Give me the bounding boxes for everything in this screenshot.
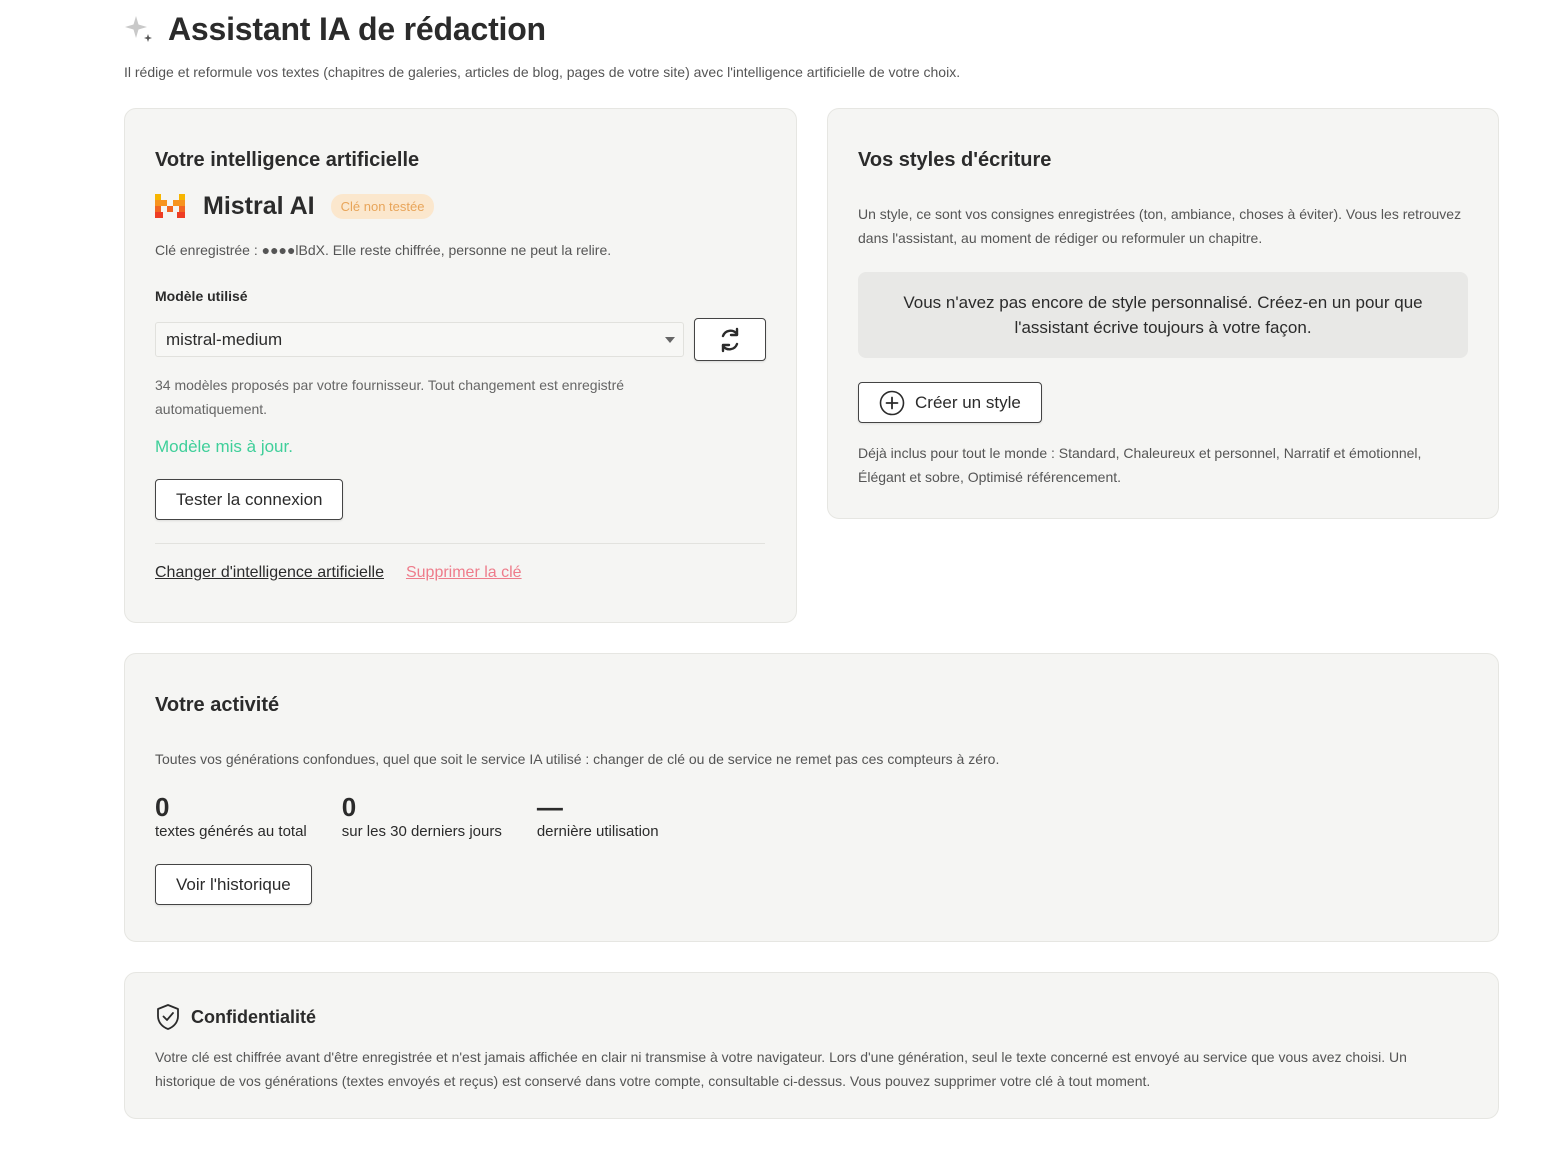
stat-last-use: — dernière utilisation bbox=[537, 791, 659, 840]
privacy-title: Confidentialité bbox=[191, 1006, 316, 1027]
privacy-card: Confidentialité Votre clé est chiffrée a… bbox=[124, 972, 1499, 1119]
stat-total: 0 textes générés au total bbox=[155, 791, 307, 840]
success-message: Modèle mis à jour. bbox=[155, 437, 293, 456]
stat-value: 0 bbox=[341, 792, 357, 822]
model-select-value: mistral-medium bbox=[166, 329, 283, 349]
refresh-icon bbox=[721, 327, 739, 352]
empty-styles-message: Vous n'avez pas encore de style personna… bbox=[858, 272, 1468, 358]
page-subtitle: Il rédige et reformule vos textes (chapi… bbox=[124, 64, 961, 80]
test-connection-button[interactable]: Tester la connexion bbox=[155, 479, 344, 520]
links-row: Changer d'intelligence artificielle Supp… bbox=[155, 564, 766, 582]
activity-card: Votre activité Toutes vos générations co… bbox=[124, 653, 1499, 942]
stat-label: dernière utilisation bbox=[536, 823, 659, 840]
stat-label: textes générés au total bbox=[155, 823, 307, 840]
styles-card-title: Vos styles d'écriture bbox=[858, 149, 1052, 171]
provider-row: Mistral AI Clé non testée bbox=[155, 190, 766, 222]
activity-description: Toutes vos générations confondues, quel … bbox=[155, 751, 1000, 767]
stat-last-30-days: 0 sur les 30 derniers jours bbox=[342, 791, 502, 840]
create-style-button[interactable]: Créer un style bbox=[858, 382, 1042, 423]
stat-value: 0 bbox=[155, 792, 170, 822]
model-select[interactable]: mistral-medium bbox=[155, 322, 684, 357]
divider bbox=[155, 543, 765, 544]
mistral-logo bbox=[155, 194, 185, 218]
styles-description: Un style, ce sont vos consignes enregist… bbox=[858, 206, 1462, 246]
privacy-title-row: Confidentialité bbox=[155, 1003, 1468, 1031]
page-header: Assistant IA de rédaction Il rédige et r… bbox=[124, 8, 1504, 81]
key-status-badge: Clé non testée bbox=[330, 193, 435, 219]
provider-name: Mistral AI bbox=[203, 191, 315, 220]
shield-check-icon bbox=[157, 1004, 179, 1030]
writing-styles-card: Vos styles d'écriture Un style, ce sont … bbox=[827, 108, 1499, 519]
view-history-button[interactable]: Voir l'historique bbox=[155, 864, 312, 905]
included-styles: Déjà inclus pour tout le monde : Standar… bbox=[858, 445, 1422, 485]
sparkle-icon bbox=[125, 16, 152, 42]
saved-key-info: Clé enregistrée : ●●●●lBdX. Elle reste c… bbox=[155, 242, 612, 258]
stats-row: 0 textes générés au total 0 sur les 30 d… bbox=[155, 791, 1468, 840]
title-row: Assistant IA de rédaction bbox=[124, 8, 1504, 50]
model-label: Modèle utilisé bbox=[155, 288, 248, 304]
ai-card-title: Votre intelligence artificielle bbox=[155, 149, 420, 171]
delete-key-link[interactable]: Supprimer la clé bbox=[406, 564, 522, 582]
model-hint: 34 modèles proposés par votre fournisseu… bbox=[155, 377, 625, 417]
chevron-down-icon bbox=[665, 337, 675, 343]
stat-value: — bbox=[536, 792, 563, 822]
change-ai-link[interactable]: Changer d'intelligence artificielle bbox=[155, 564, 384, 582]
ai-card: Votre intelligence artificielle Mistral … bbox=[124, 108, 797, 623]
page-title: Assistant IA de rédaction bbox=[168, 10, 546, 47]
model-row: mistral-medium bbox=[155, 318, 766, 361]
activity-card-title: Votre activité bbox=[155, 694, 280, 716]
privacy-text: Votre clé est chiffrée avant d'être enre… bbox=[155, 1049, 1407, 1089]
refresh-models-button[interactable] bbox=[694, 318, 766, 361]
stat-label: sur les 30 derniers jours bbox=[341, 823, 502, 840]
create-style-label: Créer un style bbox=[915, 392, 1021, 412]
plus-circle-icon bbox=[879, 390, 905, 415]
